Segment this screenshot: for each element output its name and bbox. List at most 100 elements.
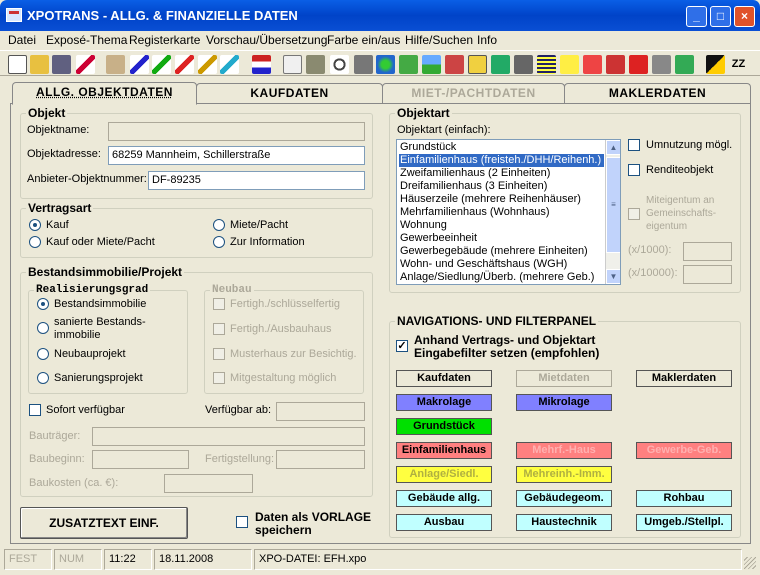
building-icon[interactable] bbox=[445, 55, 464, 74]
globe-icon[interactable] bbox=[376, 55, 395, 74]
menu-hilfe[interactable]: Hilfe/Suchen bbox=[405, 33, 473, 47]
objektname-input[interactable] bbox=[108, 122, 365, 141]
check-umnutzung[interactable] bbox=[628, 139, 640, 151]
listbox-scrollbar[interactable]: ▲ ≡ ▼ bbox=[605, 140, 620, 284]
objektart-list-item[interactable]: Gewerbegebäude (mehrere Einheiten) bbox=[399, 245, 604, 258]
objektart-list-item[interactable]: Wohnung bbox=[399, 219, 604, 232]
preview-icon[interactable] bbox=[283, 55, 302, 74]
nav-gebaeude-allg-button[interactable]: Gebäude allg. bbox=[396, 490, 492, 507]
objektart-list-item[interactable]: Wohn- und Geschäftshaus (WGH) bbox=[399, 258, 604, 271]
menu-info[interactable]: Info bbox=[477, 33, 497, 47]
objektart-list-item[interactable]: Mehrfamilienhaus (Wohnhaus) bbox=[399, 206, 604, 219]
nav-umgebung-stellplatz-button[interactable]: Umgeb./Stellpl. bbox=[636, 514, 732, 531]
radio-zur-information-label: Zur Information bbox=[230, 236, 305, 248]
nav-ausbau-button[interactable]: Ausbau bbox=[396, 514, 492, 531]
pen-green-icon[interactable] bbox=[152, 55, 171, 74]
objektart-list-item[interactable]: Gewerbeeinheit bbox=[399, 232, 604, 245]
flag-icon[interactable] bbox=[252, 55, 271, 74]
save-icon[interactable] bbox=[52, 55, 71, 74]
close-button[interactable]: × bbox=[734, 6, 755, 27]
house-icon[interactable] bbox=[106, 55, 125, 74]
check-daten-als-vorlage[interactable] bbox=[236, 516, 248, 528]
pen-cyan-icon[interactable] bbox=[220, 55, 239, 74]
scroll-up-button[interactable]: ▲ bbox=[606, 140, 620, 155]
check-renditeobjekt[interactable] bbox=[628, 164, 640, 176]
exit-icon[interactable] bbox=[706, 55, 725, 74]
radio-zur-information[interactable] bbox=[213, 236, 225, 248]
radio-sanierte-bestandsimmobilie[interactable] bbox=[37, 322, 49, 334]
nav-grundstueck-button[interactable]: Grundstück bbox=[396, 418, 492, 435]
objektart-list-item[interactable]: Anlage/Siedlung/Überb. (mehrere Geb.) bbox=[399, 271, 604, 284]
pen-yellow-icon[interactable] bbox=[198, 55, 217, 74]
objektadresse-input[interactable]: 68259 Mannheim, Schillerstraße bbox=[108, 146, 365, 165]
check-fertighaus-ausbauhaus-label: Fertigh./Ausbauhaus bbox=[230, 323, 332, 335]
radio-bestandsimmobilie[interactable] bbox=[37, 298, 49, 310]
crane-icon[interactable] bbox=[583, 55, 602, 74]
search-tool-icon[interactable] bbox=[652, 55, 671, 74]
radio-kauf[interactable] bbox=[29, 219, 41, 231]
document-icon[interactable] bbox=[468, 55, 487, 74]
list-icon[interactable] bbox=[537, 55, 556, 74]
radio-kauf-oder-miete[interactable] bbox=[29, 236, 41, 248]
bautraeger-label: Bauträger: bbox=[29, 430, 81, 442]
scroll-down-button[interactable]: ▼ bbox=[606, 269, 620, 284]
bed-icon[interactable] bbox=[491, 55, 510, 74]
menu-farbe[interactable]: Farbe ein/aus bbox=[327, 33, 400, 47]
radio-sanierungsprojekt[interactable] bbox=[37, 372, 49, 384]
anbieter-objektnummer-label: Anbieter-Objektnummer: bbox=[27, 173, 147, 185]
pen-red-icon[interactable] bbox=[175, 55, 194, 74]
nav-rohbau-button[interactable]: Rohbau bbox=[636, 490, 732, 507]
nav-einfamilienhaus-button[interactable]: Einfamilienhaus bbox=[396, 442, 492, 459]
zusatztext-button[interactable]: ZUSATZTEXT EINF. bbox=[20, 507, 188, 539]
pen-icon[interactable] bbox=[76, 55, 95, 74]
nav-kaufdaten-button[interactable]: Kaufdaten bbox=[396, 370, 492, 387]
scroll-thumb[interactable]: ≡ bbox=[606, 157, 620, 253]
menu-expose-thema[interactable]: Exposé-Thema bbox=[46, 33, 127, 47]
resize-grip[interactable] bbox=[744, 557, 756, 569]
menu-datei[interactable]: Datei bbox=[8, 33, 36, 47]
tab-allg-objektdaten[interactable]: ALLG. OBJEKTDATEN bbox=[12, 82, 197, 105]
nav-gebaeudegeom-button[interactable]: Gebäudegeom. bbox=[516, 490, 612, 507]
landscape-icon[interactable] bbox=[422, 55, 441, 74]
nav-mikrolage-button[interactable]: Mikrolage bbox=[516, 394, 612, 411]
tab-kaufdaten[interactable]: KAUFDATEN bbox=[196, 83, 383, 104]
check-sofort-verfuegbar[interactable] bbox=[29, 404, 41, 416]
picture-icon[interactable] bbox=[675, 55, 694, 74]
nav-maklerdaten-button[interactable]: Maklerdaten bbox=[636, 370, 732, 387]
new-icon[interactable] bbox=[8, 55, 27, 74]
wrench-icon[interactable] bbox=[354, 55, 373, 74]
nav-anlage-siedlung-button: Anlage/Siedl. bbox=[396, 466, 492, 483]
tab-maklerdaten[interactable]: MAKLERDATEN bbox=[564, 83, 751, 104]
objektart-listbox[interactable]: Grundstück Einfamilienhaus (freisteh./DHH… bbox=[396, 139, 621, 285]
check-fertighaus-schluesselfertig bbox=[213, 298, 225, 310]
check-eingabefilter[interactable]: ✓ bbox=[396, 340, 408, 352]
objektart-list-item[interactable]: Dreifamilienhaus (3 Einheiten) bbox=[399, 180, 604, 193]
pen-blue-icon[interactable] bbox=[130, 55, 149, 74]
radio-sanierungsprojekt-label: Sanierungsprojekt bbox=[54, 372, 143, 384]
objektart-list-item[interactable]: Grundstück bbox=[399, 141, 604, 154]
maximize-button[interactable]: □ bbox=[710, 6, 731, 27]
x10000-label: (x/10000): bbox=[628, 267, 678, 279]
brick-icon[interactable] bbox=[606, 55, 625, 74]
map-icon[interactable] bbox=[399, 55, 418, 74]
nav-haustechnik-button[interactable]: Haustechnik bbox=[516, 514, 612, 531]
tools-icon[interactable] bbox=[306, 55, 325, 74]
open-icon[interactable] bbox=[30, 55, 49, 74]
menu-registerkarte[interactable]: Registerkarte bbox=[129, 33, 200, 47]
menu-vorschau[interactable]: Vorschau/Übersetzung bbox=[206, 33, 327, 47]
minimize-button[interactable]: _ bbox=[686, 6, 707, 27]
objektart-list-item[interactable]: Häuserzeile (mehrere Reihenhäuser) bbox=[399, 193, 604, 206]
objektart-list-item[interactable]: Einfamilienhaus (freisteh./DHH/Reihenh.) bbox=[398, 153, 605, 168]
truck-icon[interactable] bbox=[629, 55, 648, 74]
office-icon[interactable] bbox=[514, 55, 533, 74]
target-icon[interactable] bbox=[330, 55, 349, 74]
objektart-list-item[interactable]: Zweifamilienhaus (2 Einheiten) bbox=[399, 167, 604, 180]
anbieter-objektnummer-input[interactable]: DF-89235 bbox=[148, 171, 365, 190]
verfuegbar-ab-input[interactable] bbox=[276, 402, 365, 421]
radio-miete-pacht[interactable] bbox=[213, 219, 225, 231]
home-yellow-icon[interactable] bbox=[560, 55, 579, 74]
status-date: 18.11.2008 bbox=[154, 549, 252, 570]
nav-makrolage-button[interactable]: Makrolage bbox=[396, 394, 492, 411]
zz-button[interactable]: ZZ bbox=[729, 55, 748, 74]
radio-neubauprojekt[interactable] bbox=[37, 348, 49, 360]
